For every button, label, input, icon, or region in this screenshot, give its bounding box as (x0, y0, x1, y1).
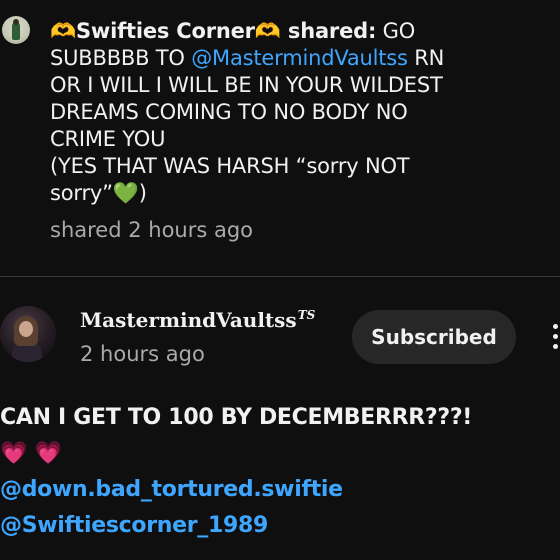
channel-name-text[interactable]: MastermindVaultss (80, 308, 297, 332)
dot (553, 324, 558, 329)
shared-timestamp: shared 2 hours ago (50, 218, 254, 242)
swifties-corner-avatar[interactable] (2, 16, 30, 44)
notification-text: 🫶Swifties Corner🫶 shared: GO SUBBBBB TO … (50, 18, 550, 207)
sender-name[interactable]: 🫶Swifties Corner🫶 (50, 19, 281, 43)
channel-avatar[interactable] (0, 306, 56, 362)
mention-link-1[interactable]: @down.bad_tortured.swiftie (0, 472, 560, 508)
mention-link[interactable]: @MastermindVaultss (191, 46, 408, 70)
mention-link-2[interactable]: @Swiftiescorner_1989 (0, 508, 560, 544)
post-body: CAN I GET TO 100 BY DECEMBERRR???! 💗 💗 @… (0, 400, 560, 544)
shared-notification[interactable]: 🫶Swifties Corner🫶 shared: GO SUBBBBB TO … (0, 0, 560, 276)
avatar-head (13, 19, 19, 25)
avatar-face (19, 321, 33, 337)
post-emoji-line: 💗 💗 (0, 441, 62, 466)
shared-action: shared: (280, 19, 377, 43)
subscribed-button[interactable]: Subscribed (352, 310, 516, 364)
post-line-1: CAN I GET TO 100 BY DECEMBERRR???! (0, 405, 473, 430)
channel-name[interactable]: MastermindVaultssTS (80, 308, 315, 332)
divider (0, 276, 560, 277)
dot (553, 344, 558, 349)
dot (553, 334, 558, 339)
more-vert-icon[interactable] (548, 320, 560, 356)
post-timestamp: 2 hours ago (80, 342, 205, 366)
channel-badge: TS (297, 308, 316, 322)
